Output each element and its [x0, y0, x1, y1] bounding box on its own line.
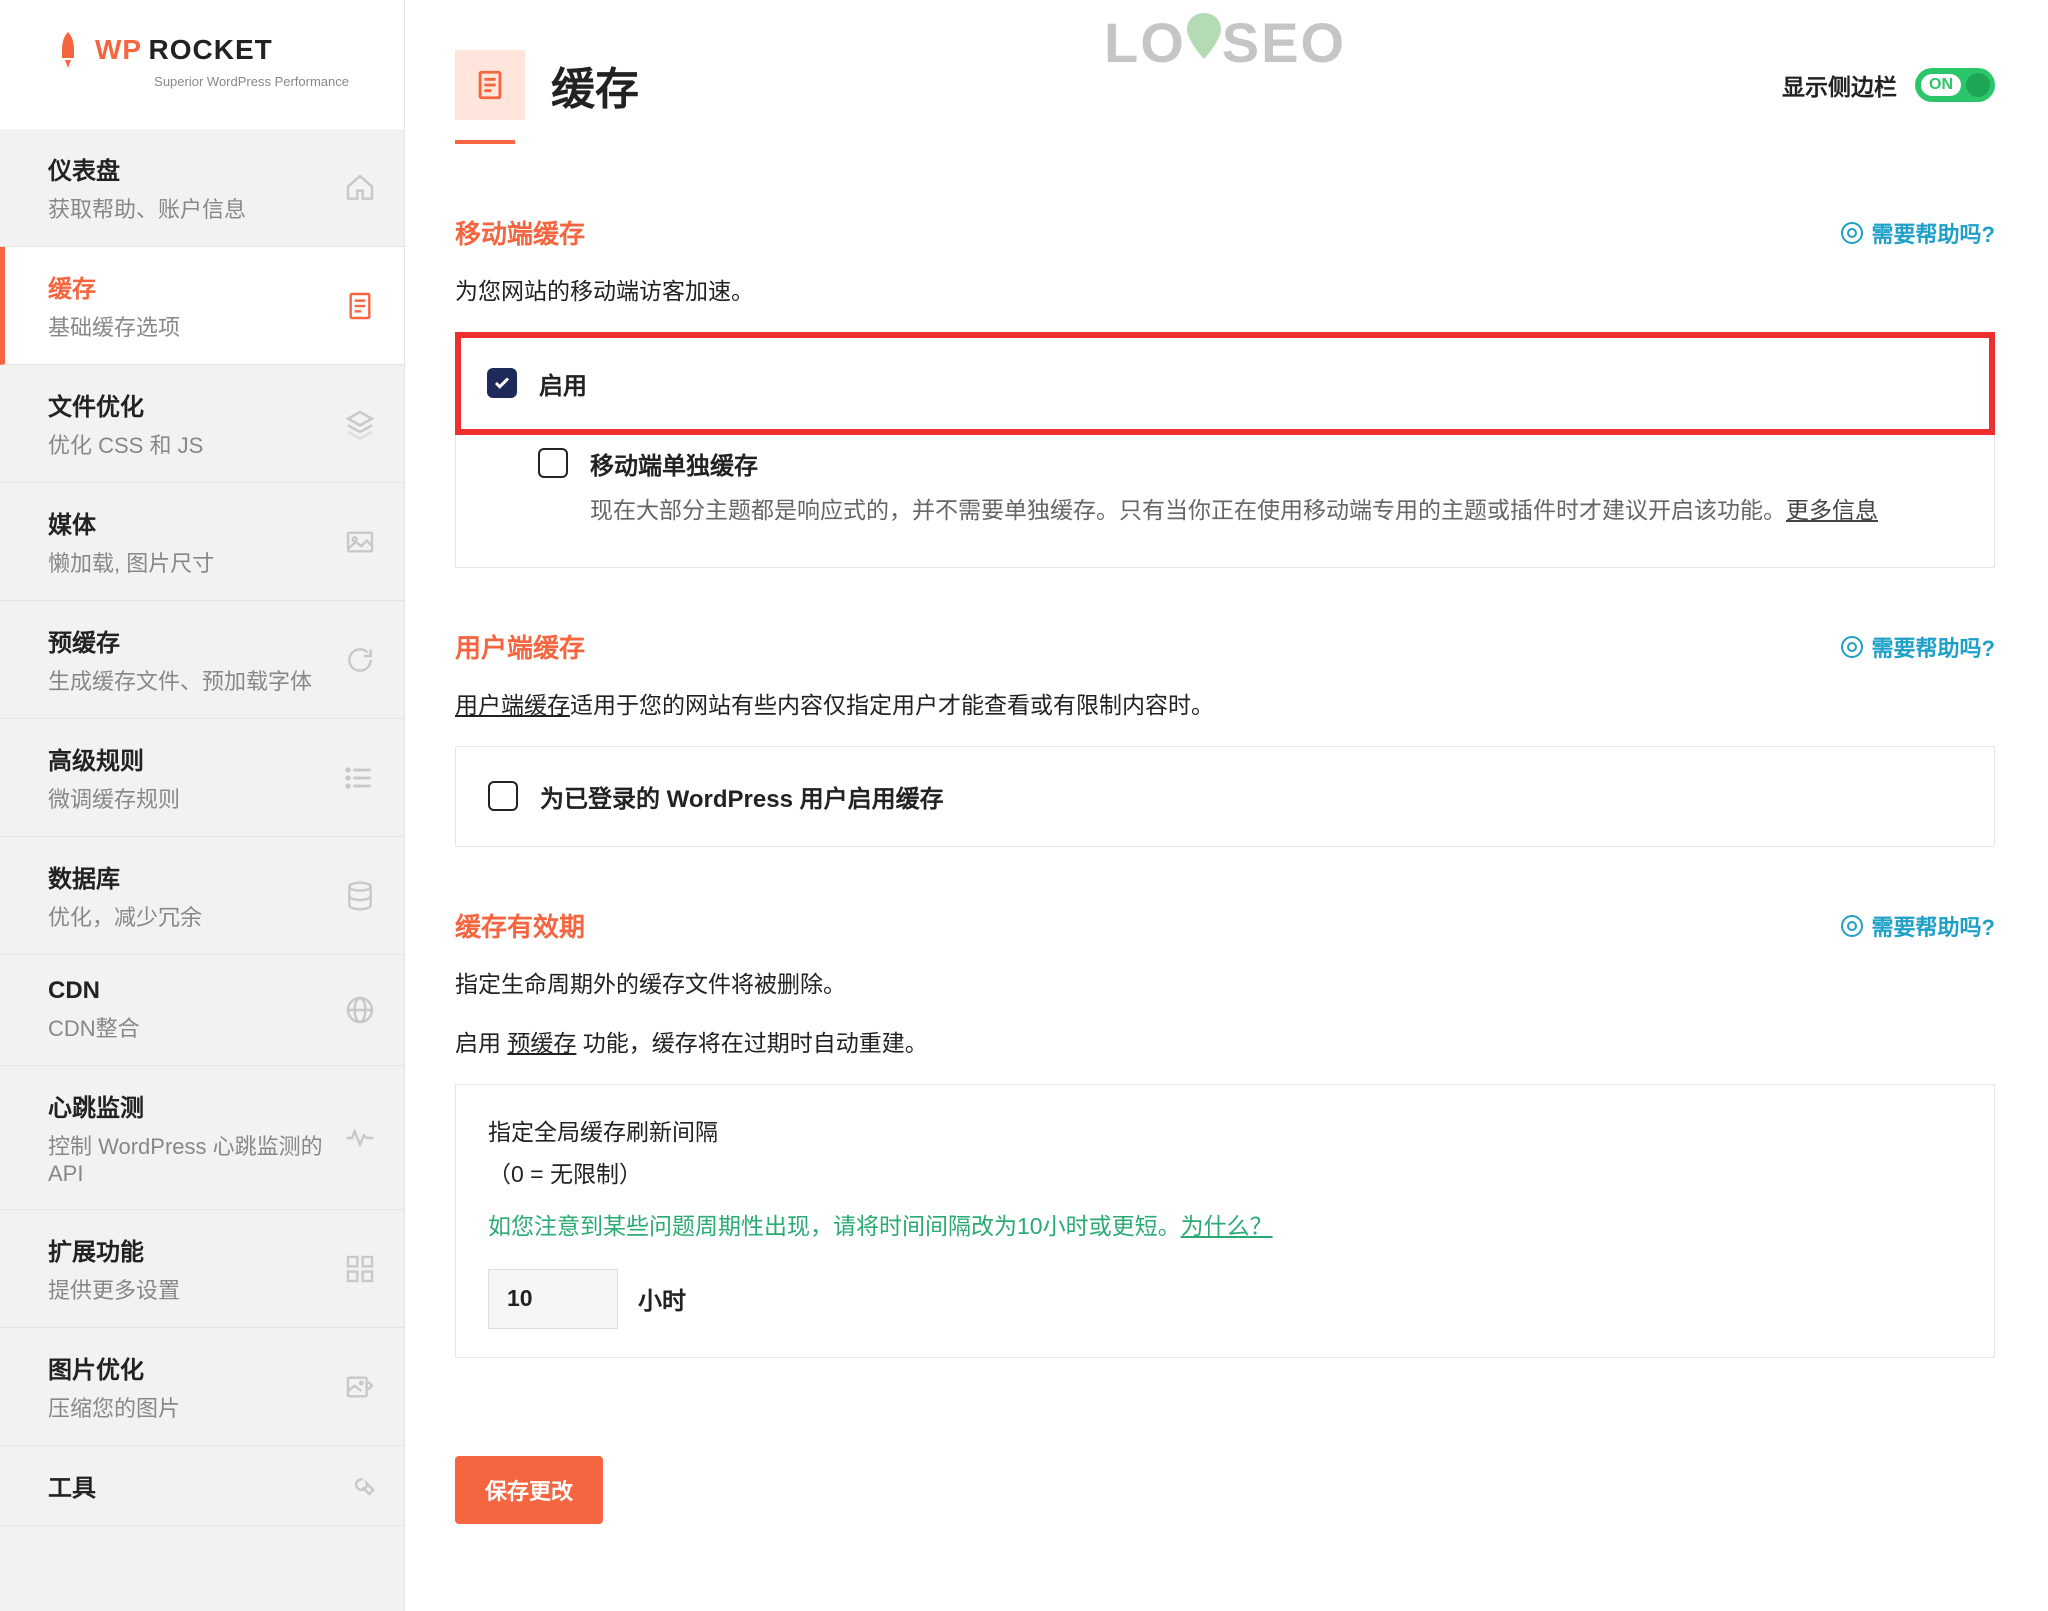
lifespan-box: 指定全局缓存刷新间隔 （0 = 无限制） 如您注意到某些问题周期性出现，请将时间…: [455, 1084, 1995, 1358]
toggle-sidebar-label: 显示侧边栏: [1782, 68, 1897, 102]
separate-mobile-checkbox[interactable]: [538, 448, 568, 478]
list-icon: [344, 762, 376, 794]
nav-title: 高级规则: [48, 741, 180, 776]
nav-item-3[interactable]: 媒体懒加载, 图片尺寸: [0, 483, 404, 601]
layers-icon: [344, 408, 376, 440]
enable-mobile-cache-row: 启用: [455, 332, 1995, 435]
nav-sub: 压缩您的图片: [48, 1391, 180, 1423]
heart-icon: [344, 1122, 376, 1154]
nav-title: 图片优化: [48, 1350, 180, 1385]
separate-mobile-title: 移动端单独缓存: [590, 446, 1878, 481]
enable-mobile-checkbox[interactable]: [487, 368, 517, 398]
lifespan-box-sub: （0 = 无限制）: [488, 1155, 1962, 1189]
logo: WP ROCKET Superior WordPress Performance: [0, 0, 404, 129]
db-icon: [344, 880, 376, 912]
section-cache-lifespan: 缓存有效期 需要帮助吗? 指定生命周期外的缓存文件将被删除。 启用 预缓存 功能…: [455, 907, 1995, 1358]
sidebar: WP ROCKET Superior WordPress Performance…: [0, 0, 405, 1611]
logged-in-label: 为已登录的 WordPress 用户启用缓存: [540, 779, 944, 814]
nav-item-1[interactable]: 缓存基础缓存选项: [0, 247, 404, 365]
why-link[interactable]: 为什么？: [1181, 1213, 1273, 1239]
nav-sub: 获取帮助、账户信息: [48, 192, 246, 224]
nav-title: 扩展功能: [48, 1232, 180, 1267]
nav-sub: CDN整合: [48, 1011, 140, 1043]
image-icon: [344, 526, 376, 558]
section-title: 移动端缓存: [455, 214, 585, 251]
lifespan-desc1: 指定生命周期外的缓存文件将被删除。: [455, 966, 1995, 1003]
section-user-cache: 用户端缓存 需要帮助吗? 用户端缓存适用于您的网站有些内容仅指定用户才能查看或有…: [455, 628, 1995, 847]
lifespan-desc2: 启用 预缓存 功能，缓存将在过期时自动重建。: [455, 1025, 1995, 1062]
nav-item-2[interactable]: 文件优化优化 CSS 和 JS: [0, 365, 404, 483]
nav-item-4[interactable]: 预缓存生成缓存文件、预加载字体: [0, 601, 404, 719]
logged-in-checkbox[interactable]: [488, 781, 518, 811]
logo-subtitle: Superior WordPress Performance: [55, 74, 349, 89]
cache-header-icon: [455, 50, 525, 120]
nav-title: 仪表盘: [48, 151, 246, 186]
home-icon: [344, 172, 376, 204]
nav-sub: 优化，减少冗余: [48, 900, 202, 932]
section-mobile-cache: 移动端缓存 需要帮助吗? 为您网站的移动端访客加速。 启用 移动端单独缓存 现在…: [455, 214, 1995, 568]
nav-sub: 控制 WordPress 心跳监测的 API: [48, 1129, 344, 1187]
nav-title: 心跳监测: [48, 1088, 344, 1123]
sidebar-toggle[interactable]: ON: [1915, 68, 1995, 102]
enable-mobile-label: 启用: [539, 366, 587, 401]
nav-title: 数据库: [48, 859, 202, 894]
doc-icon: [344, 290, 376, 322]
separate-mobile-desc: 现在大部分主题都是响应式的，并不需要单独缓存。只有当你正在使用移动端专用的主题或…: [590, 493, 1878, 528]
lifespan-hint: 如您注意到某些问题周期性出现，请将时间间隔改为10小时或更短。为什么？: [488, 1207, 1962, 1241]
logo-wp: WP: [95, 34, 142, 65]
nav-item-6[interactable]: 数据库优化，减少冗余: [0, 837, 404, 955]
nav-sub: 优化 CSS 和 JS: [48, 428, 203, 460]
nav-title: 文件优化: [48, 387, 203, 422]
nav-sub: 懒加载, 图片尺寸: [48, 546, 214, 578]
nav-item-0[interactable]: 仪表盘获取帮助、账户信息: [0, 129, 404, 247]
section-title: 缓存有效期: [455, 907, 585, 944]
nav-title: 媒体: [48, 505, 214, 540]
nav-title: 工具: [48, 1468, 96, 1503]
rocket-icon: [55, 30, 81, 70]
nav-sub: 提供更多设置: [48, 1273, 180, 1305]
nav-title: 预缓存: [48, 623, 312, 658]
imgopt-icon: [344, 1371, 376, 1403]
pin-icon: [1183, 11, 1225, 75]
nav-title: 缓存: [48, 269, 180, 304]
help-link[interactable]: 需要帮助吗?: [1840, 217, 1995, 249]
nav-item-10[interactable]: 图片优化压缩您的图片: [0, 1328, 404, 1446]
logged-in-cache-row: 为已登录的 WordPress 用户启用缓存: [456, 747, 1994, 846]
help-link[interactable]: 需要帮助吗?: [1840, 631, 1995, 663]
logo-rocket: ROCKET: [149, 34, 273, 65]
nav-item-5[interactable]: 高级规则微调缓存规则: [0, 719, 404, 837]
boxes-icon: [344, 1253, 376, 1285]
nav-item-7[interactable]: CDN CDN整合: [0, 955, 404, 1066]
tools-icon: [344, 1470, 376, 1502]
refresh-icon: [344, 644, 376, 676]
section-title: 用户端缓存: [455, 628, 585, 665]
main-content: LO SEO 缓存 显示侧边栏 ON 移动端缓存 需要帮助吗?: [405, 0, 2045, 1611]
watermark: LO SEO: [1104, 10, 1346, 75]
section-desc: 为您网站的移动端访客加速。: [455, 273, 1995, 310]
nav-item-8[interactable]: 心跳监测控制 WordPress 心跳监测的 API: [0, 1066, 404, 1210]
tab-indicator: [455, 140, 515, 144]
lifespan-input[interactable]: [488, 1269, 618, 1329]
separate-mobile-row: 移动端单独缓存 现在大部分主题都是响应式的，并不需要单独缓存。只有当你正在使用移…: [456, 434, 1994, 568]
section-desc: 用户端缓存适用于您的网站有些内容仅指定用户才能查看或有限制内容时。: [455, 687, 1995, 724]
nav-sub: 微调缓存规则: [48, 782, 180, 814]
user-cache-link[interactable]: 用户端缓存: [455, 692, 570, 718]
save-button[interactable]: 保存更改: [455, 1456, 603, 1524]
preload-link[interactable]: 预缓存: [507, 1030, 576, 1056]
more-info-link[interactable]: 更多信息: [1786, 497, 1878, 523]
nav-sub: 基础缓存选项: [48, 310, 180, 342]
page-title: 缓存: [551, 53, 639, 117]
help-link[interactable]: 需要帮助吗?: [1840, 910, 1995, 942]
globe-icon: [344, 994, 376, 1026]
nav-item-9[interactable]: 扩展功能提供更多设置: [0, 1210, 404, 1328]
nav-sub: 生成缓存文件、预加载字体: [48, 664, 312, 696]
nav-item-11[interactable]: 工具: [0, 1446, 404, 1526]
nav-title: CDN: [48, 977, 140, 1005]
lifespan-unit: 小时: [638, 1281, 686, 1316]
lifespan-box-title: 指定全局缓存刷新间隔: [488, 1113, 1962, 1147]
